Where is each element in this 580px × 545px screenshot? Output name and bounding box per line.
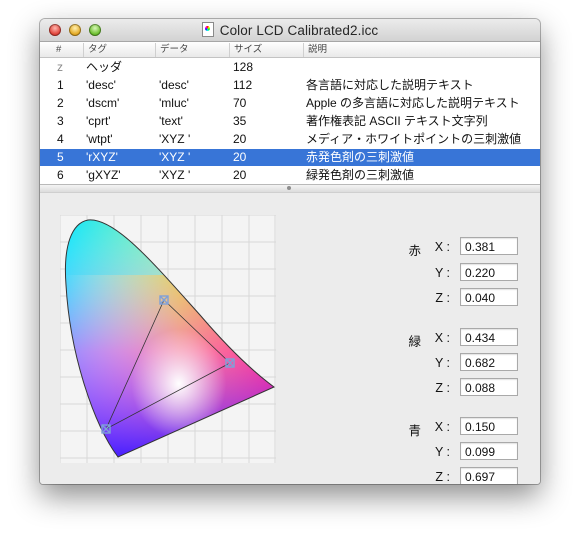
row-data: 'XYZ '	[159, 150, 191, 164]
document-icon	[201, 22, 214, 37]
y-axis-label: Y :	[434, 445, 450, 459]
x-axis-label: X :	[434, 331, 450, 345]
table-row[interactable]: 6 'gXYZ' 'XYZ ' 20 緑発色剤の三刺激値	[40, 167, 540, 184]
row-number: 2	[57, 96, 64, 110]
row-tag: 'desc'	[86, 78, 116, 92]
row-size: 112	[233, 78, 253, 92]
blue-colorant-label: 青	[408, 424, 421, 438]
row-number: 6	[57, 168, 64, 182]
x-axis-label: X :	[434, 420, 450, 434]
row-data: 'XYZ '	[159, 168, 191, 182]
row-data: 'text'	[159, 114, 183, 128]
row-tag: 'gXYZ'	[86, 168, 121, 182]
green-y-field[interactable]: 0.682	[460, 353, 518, 371]
column-header-label: タグ	[88, 44, 108, 55]
z-axis-label: Z :	[435, 291, 450, 305]
row-size: 20	[233, 168, 247, 182]
divider-handle-icon	[287, 186, 291, 190]
row-size: 128	[233, 60, 254, 74]
blue-z-field[interactable]: 0.697	[460, 467, 518, 484]
row-description: 各言語に対応した説明テキスト	[306, 78, 474, 92]
row-tag: 'dscm'	[86, 96, 120, 110]
row-description: 緑発色剤の三刺激値	[306, 168, 415, 182]
table-row[interactable]: 2 'dscm' 'mluc' 70 Apple の多言語に対応した説明テキスト	[40, 95, 540, 112]
z-axis-label: Z :	[435, 470, 450, 484]
row-number: z	[57, 60, 63, 74]
tag-table: # タグ データ サイズ 説明 z ヘッダ 128 1 'desc' 'desc…	[40, 42, 540, 184]
red-colorant-label: 赤	[408, 244, 421, 258]
row-description: メディア・ホワイトポイントの三刺激値	[306, 132, 522, 146]
split-view-divider[interactable]	[40, 184, 540, 193]
table-row-selected[interactable]: 5 'rXYZ' 'XYZ ' 20 赤発色剤の三刺激値	[40, 149, 540, 166]
green-x-field[interactable]: 0.434	[460, 328, 518, 346]
column-header-description[interactable]: 説明	[303, 43, 538, 57]
row-number: 1	[57, 78, 64, 92]
y-axis-label: Y :	[434, 356, 450, 370]
column-header-data[interactable]: データ	[155, 43, 230, 57]
table-row[interactable]: 4 'wtpt' 'XYZ ' 20 メディア・ホワイトポイントの三刺激値	[40, 131, 540, 148]
table-row[interactable]: 3 'cprt' 'text' 35 著作権表記 ASCII テキスト文字列	[40, 113, 540, 130]
row-size: 35	[233, 114, 247, 128]
red-z-field[interactable]: 0.040	[460, 288, 518, 306]
column-header-label: サイズ	[234, 44, 263, 55]
green-z-field[interactable]: 0.088	[460, 378, 518, 396]
red-x-field[interactable]: 0.381	[460, 237, 518, 255]
title-bar: Color LCD Calibrated2.icc	[40, 19, 540, 42]
row-description: 赤発色剤の三刺激値	[306, 150, 415, 164]
row-size: 20	[233, 132, 247, 146]
table-header: # タグ データ サイズ 説明	[40, 42, 540, 58]
y-axis-label: Y :	[434, 266, 450, 280]
row-size: 70	[233, 96, 247, 110]
profile-window: Color LCD Calibrated2.icc # タグ データ サイズ 説…	[40, 19, 540, 484]
table-row[interactable]: 1 'desc' 'desc' 112 各言語に対応した説明テキスト	[40, 77, 540, 94]
blue-y-field[interactable]: 0.099	[460, 442, 518, 460]
column-header-label: #	[56, 44, 62, 55]
column-header-size[interactable]: サイズ	[229, 43, 306, 57]
row-description: Apple の多言語に対応した説明テキスト	[306, 96, 520, 110]
row-data: 'XYZ '	[159, 132, 191, 146]
table-row[interactable]: z ヘッダ 128	[40, 59, 540, 76]
red-y-field[interactable]: 0.220	[460, 263, 518, 281]
row-tag: 'wtpt'	[86, 132, 113, 146]
window-title: Color LCD Calibrated2.icc	[40, 22, 540, 38]
row-size: 20	[233, 150, 247, 164]
row-description: 著作権表記 ASCII テキスト文字列	[306, 114, 488, 128]
row-tag: ヘッダ	[86, 60, 123, 74]
row-data: 'mluc'	[159, 96, 189, 110]
row-tag: 'cprt'	[86, 114, 111, 128]
green-colorant-label: 緑	[408, 335, 421, 349]
window-title-text: Color LCD Calibrated2.icc	[219, 23, 379, 38]
row-number: 3	[57, 114, 64, 128]
column-header-number[interactable]: #	[52, 43, 83, 57]
column-header-tag[interactable]: タグ	[83, 43, 156, 57]
row-number: 4	[57, 132, 64, 146]
x-axis-label: X :	[434, 240, 450, 254]
column-header-label: 説明	[308, 44, 328, 55]
row-number: 5	[57, 150, 64, 164]
row-data: 'desc'	[159, 78, 189, 92]
z-axis-label: Z :	[435, 381, 450, 395]
blue-x-field[interactable]: 0.150	[460, 417, 518, 435]
chromaticity-diagram	[60, 215, 276, 463]
colorant-panel: 赤 X : 0.381 Y : 0.220 Z : 0.040 緑 X : 0.…	[40, 193, 540, 484]
column-header-label: データ	[160, 44, 189, 55]
row-tag: 'rXYZ'	[86, 150, 118, 164]
